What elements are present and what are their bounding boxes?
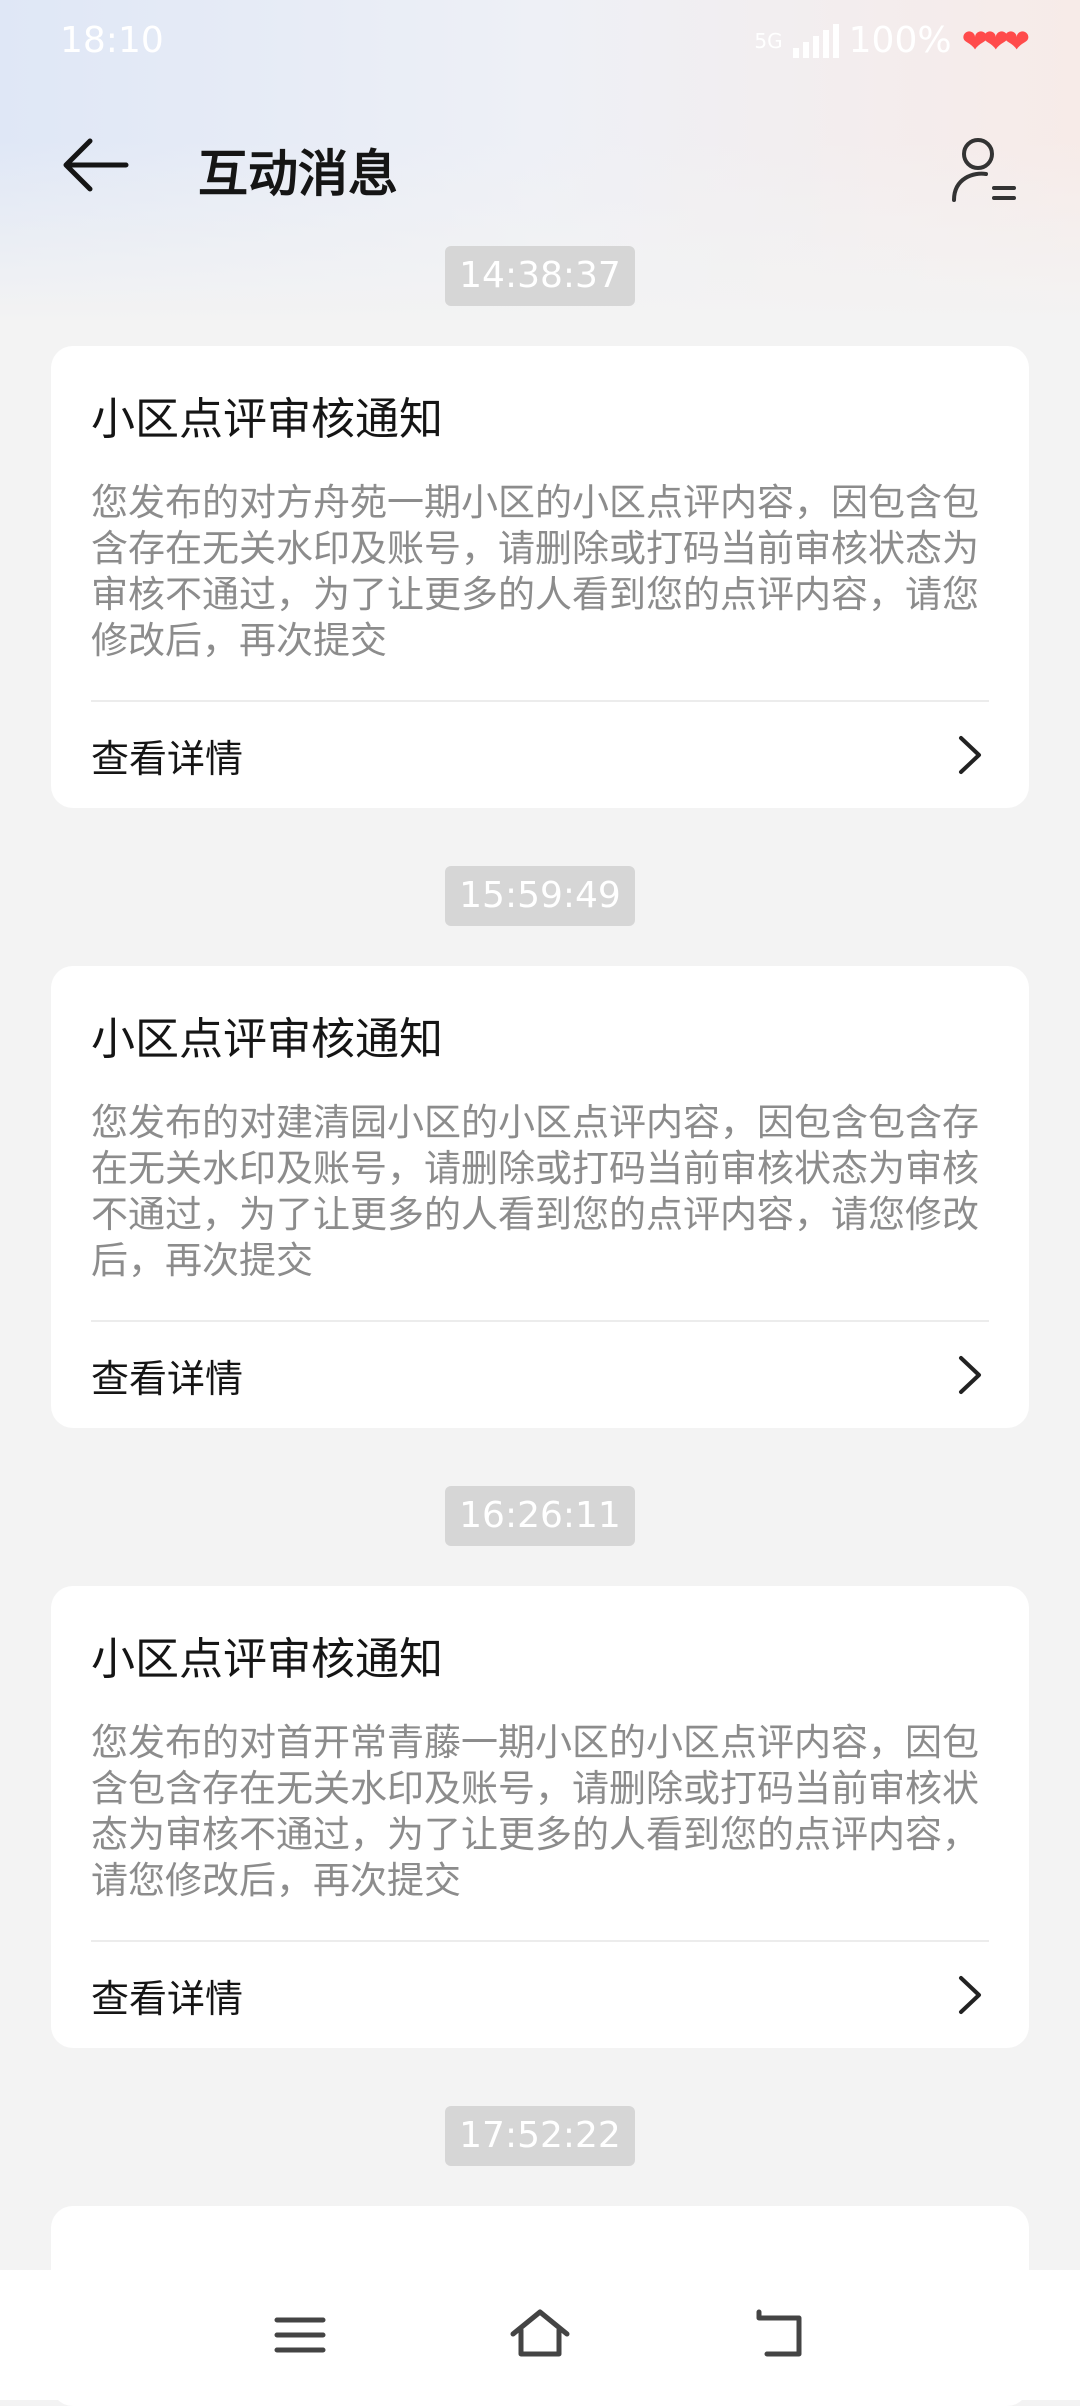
back-icon[interactable] bbox=[745, 2300, 815, 2370]
message-body: 您发布的对首开常青藤一期小区的小区点评内容，因包含包含存在无关水印及账号，请删除… bbox=[91, 1721, 979, 1902]
chevron-right-icon bbox=[959, 1356, 981, 1394]
menu-icon[interactable] bbox=[265, 2300, 335, 2370]
view-details-row[interactable]: 查看详情 bbox=[91, 702, 989, 808]
battery-label: 100% bbox=[848, 20, 952, 61]
chevron-right-icon bbox=[959, 736, 981, 774]
view-details-row[interactable]: 查看详情 bbox=[91, 1322, 989, 1428]
signal-icon bbox=[792, 23, 839, 58]
message-card[interactable]: 小区点评审核通知 您发布的对建清园小区的小区点评内容，因包含包含存在无关水印及账… bbox=[51, 966, 1029, 1428]
message-title: 小区点评审核通知 bbox=[91, 1634, 443, 1685]
message-card[interactable]: 小区点评审核通知 您发布的对首开常青藤一期小区的小区点评内容，因包含包含存在无关… bbox=[51, 1586, 1029, 2048]
message-body: 您发布的对建清园小区的小区点评内容，因包含包含存在无关水印及账号，请删除或打码当… bbox=[91, 1101, 979, 1282]
status-time: 18:10 bbox=[60, 20, 164, 61]
view-details-label: 查看详情 bbox=[91, 736, 244, 781]
page-title: 互动消息 bbox=[198, 145, 398, 203]
view-details-label: 查看详情 bbox=[91, 1976, 244, 2021]
message-time: 14:38:37 bbox=[445, 246, 635, 306]
message-title: 小区点评审核通知 bbox=[91, 394, 443, 445]
status-bar: 18:10 5G 100% ❤❤❤ bbox=[0, 0, 1080, 80]
app-bar: 互动消息 bbox=[0, 110, 1080, 220]
back-arrow-icon[interactable] bbox=[56, 130, 136, 200]
status-indicators: 5G 100% ❤❤❤ bbox=[754, 20, 1030, 61]
view-details-label: 查看详情 bbox=[91, 1356, 244, 1401]
network-label: 5G bbox=[754, 28, 783, 53]
message-title: 小区点评审核通知 bbox=[91, 1014, 443, 1065]
view-details-row[interactable]: 查看详情 bbox=[91, 1942, 989, 2048]
message-body: 您发布的对方舟苑一期小区的小区点评内容，因包含包含存在无关水印及账号，请删除或打… bbox=[91, 481, 979, 662]
message-time: 16:26:11 bbox=[445, 1486, 635, 1546]
message-time: 15:59:49 bbox=[445, 866, 635, 926]
chevron-right-icon bbox=[959, 1976, 981, 2014]
message-time: 17:52:22 bbox=[445, 2106, 635, 2166]
message-feed[interactable]: 14:38:37 小区点评审核通知 您发布的对方舟苑一期小区的小区点评内容，因包… bbox=[0, 246, 1080, 2406]
user-settings-icon[interactable] bbox=[944, 130, 1024, 210]
message-card[interactable]: 小区点评审核通知 您发布的对方舟苑一期小区的小区点评内容，因包含包含存在无关水印… bbox=[51, 346, 1029, 808]
battery-hearts-icon: ❤❤❤ bbox=[961, 21, 1030, 60]
system-navigation-bar bbox=[0, 2270, 1080, 2400]
home-icon[interactable] bbox=[505, 2300, 575, 2370]
